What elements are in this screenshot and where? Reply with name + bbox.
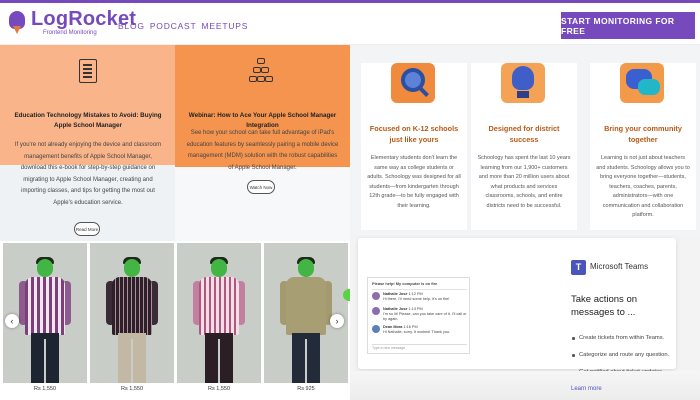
teams-heading: Take actions on messages to ...: [571, 294, 638, 318]
product-name: Microsoft Teams: [590, 262, 649, 271]
nav-meetups[interactable]: MEETUPS: [202, 21, 249, 31]
teams-card: Please help! My computer is on fire Nath…: [358, 238, 676, 375]
feature-card: Bring your community together Learning i…: [590, 63, 696, 230]
main-nav: BLOG PODCAST MEETUPS: [118, 21, 248, 31]
feature-title: Focused on K-12 schools just like yours: [369, 124, 459, 144]
chat-message: Dean Mora 1:16 PM Hi Nathalie, sorry. It …: [372, 325, 450, 335]
product-price: Rs 925: [297, 386, 315, 392]
list-item: Create tickets from within Teams.: [571, 330, 676, 347]
side-tab[interactable]: [343, 289, 350, 301]
microsoft-teams-icon: T: [571, 260, 586, 275]
chat-preview: Please help! My computer is on fire Nath…: [367, 277, 470, 354]
chat-bubbles-icon: [620, 63, 664, 103]
chat-header: Please help! My computer is on fire: [372, 281, 438, 286]
message-text: Hi Nathalie, sorry. It worked! Thank you…: [383, 330, 451, 334]
avatar: [372, 325, 380, 333]
composite-screenshot: LogRocket Frontend Monitoring BLOG PODCA…: [0, 0, 700, 400]
message-author: Dean Mora: [383, 325, 403, 329]
message-time: 1:12 PM: [408, 292, 423, 296]
learn-more-link[interactable]: Learn more: [571, 386, 602, 392]
avatar: [372, 292, 380, 300]
teams-section: Please help! My computer is on fire Nath…: [350, 235, 700, 400]
carousel-next-icon[interactable]: ›: [330, 314, 344, 328]
message-author: Nathalie Jose: [383, 307, 408, 311]
product-price: Rs 1,550: [120, 386, 143, 392]
message-time: 1:16 PM: [403, 325, 418, 329]
start-monitoring-button[interactable]: START MONITORING FOR FREE: [561, 12, 695, 39]
avatar: [372, 307, 380, 315]
chat-message: Nathalie Jose 1:13 PM I'm so lit! Please,…: [372, 307, 467, 322]
feature-text: Schoology has spent the last 10 years le…: [477, 155, 571, 209]
feature-cards: Focused on K-12 schools just like yours …: [350, 45, 700, 235]
feature-card: Focused on K-12 schools just like yours …: [361, 63, 467, 230]
ebook-card: Education Technology Mistakes to Avoid: …: [0, 45, 175, 241]
message-text: I'm so lit! Please, can you take care of…: [383, 312, 467, 321]
checklist-icon: [79, 59, 97, 83]
watch-now-button[interactable]: Watch Now: [247, 180, 275, 194]
logrocket-logo[interactable]: LogRocket Frontend Monitoring: [6, 9, 136, 36]
nav-podcast[interactable]: PODCAST: [150, 21, 197, 31]
card-text: If you're not already enjoying the devic…: [14, 142, 162, 206]
message-input[interactable]: Type a new message: [372, 344, 467, 351]
tiered-org-icon: [249, 58, 273, 86]
product-carousel: Rs 1,550 Rs 1,550 Rs 1,550 Rs 925 ‹ ›: [0, 241, 350, 400]
feature-title: Designed for district success: [488, 124, 560, 144]
lightbulb-icon: [501, 63, 545, 103]
carousel-prev-icon[interactable]: ‹: [5, 314, 19, 328]
product-price: Rs 1,550: [207, 386, 230, 392]
message-text: Hi there, I'll need some help. It's on f…: [383, 297, 450, 301]
product-image[interactable]: [3, 243, 87, 383]
magnifier-school-icon: [391, 63, 435, 103]
product-image[interactable]: [177, 243, 261, 383]
product-image[interactable]: [264, 243, 348, 383]
feature-text: Elementary students don't learn the same…: [367, 155, 461, 209]
list-item: Categorize and route any question.: [571, 347, 676, 364]
read-more-button[interactable]: Read More: [74, 222, 100, 236]
feature-title: Bring your community together: [604, 124, 682, 144]
message-time: 1:13 PM: [408, 307, 423, 311]
product-image[interactable]: [90, 243, 174, 383]
chat-message: Nathalie Jose 1:12 PM Hi there, I'll need…: [372, 292, 449, 302]
feature-text: Learning is not just about teachers and …: [596, 155, 690, 218]
feature-card: Designed for district success Schoology …: [471, 63, 577, 230]
card-title: Education Technology Mistakes to Avoid: …: [14, 112, 162, 129]
rocket-icon: [6, 9, 28, 35]
ebook-cards: Education Technology Mistakes to Avoid: …: [0, 45, 350, 241]
message-author: Nathalie Jose: [383, 292, 408, 296]
product-price: Rs 1,550: [33, 386, 56, 392]
site-header: LogRocket Frontend Monitoring BLOG PODCA…: [0, 0, 700, 45]
nav-blog[interactable]: BLOG: [118, 21, 145, 31]
card-text: See how your school can take full advant…: [186, 130, 339, 171]
